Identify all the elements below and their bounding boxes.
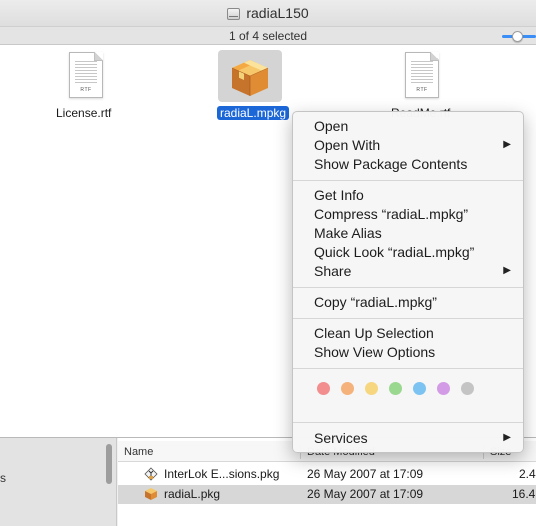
menu-item-show-view-options[interactable]: Show View Options [314,344,435,360]
selection-status: 1 of 4 selected [228,28,308,43]
submenu-arrow-icon: ▶ [503,139,511,150]
menu-item-quick-look[interactable]: Quick Look “radiaL.mpkg” [314,244,474,260]
menu-separator [293,287,523,288]
package-icon [231,60,269,96]
window-title: radiaL150 [246,5,309,21]
tag-purple-dot[interactable] [437,382,450,395]
row-size: 16.4 [512,487,536,501]
context-menu[interactable]: Open Open With ▶ Show Package Contents G… [292,111,524,453]
menu-item-copy[interactable]: Copy “radiaL.mpkg” [314,294,437,310]
color-tags [317,382,485,395]
submenu-arrow-icon: ▶ [503,432,511,443]
menu-separator [293,368,523,369]
sidebar-item-label[interactable]: s [0,471,6,485]
file-name-license[interactable]: License.rtf [56,106,111,120]
row-date: 26 May 2007 at 17:09 [307,467,424,481]
menu-item-show-package-contents[interactable]: Show Package Contents [314,156,467,172]
menu-item-clean-up-selection[interactable]: Clean Up Selection [314,325,434,341]
scrollbar-thumb[interactable] [106,444,112,484]
tag-orange-dot[interactable] [341,382,354,395]
menu-item-open-with[interactable]: Open With [314,137,380,153]
menu-separator [293,422,523,423]
rtf-document-icon[interactable]: RTF [405,52,439,98]
menu-item-get-info[interactable]: Get Info [314,187,364,203]
menu-item-make-alias[interactable]: Make Alias [314,225,382,241]
row-date: 26 May 2007 at 17:09 [307,487,424,501]
menu-item-services[interactable]: Services [314,430,368,446]
menu-item-compress[interactable]: Compress “radiaL.mpkg” [314,206,468,222]
tag-yellow-dot[interactable] [365,382,378,395]
window-titlebar: radiaL150 [0,0,536,26]
table-row[interactable]: radiaL.pkg 26 May 2007 at 17:09 16.4 [118,485,536,504]
file-name-radial-mpkg[interactable]: radiaL.mpkg [217,106,290,120]
disk-image-icon [227,6,241,20]
menu-item-open[interactable]: Open [314,118,348,134]
installer-package-icon [144,467,158,481]
column-header-name[interactable]: Name [124,446,153,458]
row-name: InterLok E...sions.pkg [164,467,280,481]
tag-blue-dot[interactable] [413,382,426,395]
selected-icon-highlight[interactable] [218,50,282,102]
menu-separator [293,318,523,319]
menu-separator [293,180,523,181]
tag-red-dot[interactable] [317,382,330,395]
icon-size-slider[interactable] [502,31,536,42]
tag-green-dot[interactable] [389,382,402,395]
sidebar: s [0,438,117,526]
package-icon [145,488,157,500]
rtf-badge: RTF [416,87,428,93]
slider-knob[interactable] [512,31,523,42]
menu-item-share[interactable]: Share [314,263,351,279]
submenu-arrow-icon: ▶ [503,265,511,276]
status-bar: 1 of 4 selected [0,26,536,45]
row-name: radiaL.pkg [164,487,221,501]
row-size: 2.4 [519,467,536,481]
rtf-badge: RTF [80,87,92,93]
table-row[interactable]: InterLok E...sions.pkg 26 May 2007 at 17… [118,465,536,484]
rtf-document-icon[interactable]: RTF [69,52,103,98]
tag-gray-dot[interactable] [461,382,474,395]
